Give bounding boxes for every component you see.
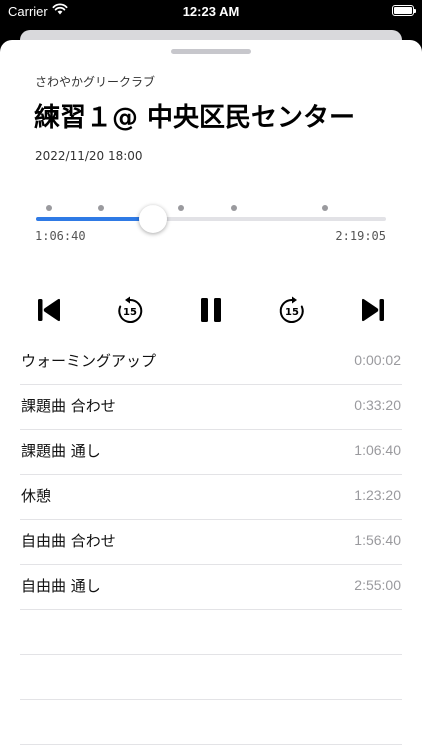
rewind-15-icon: 15 bbox=[118, 296, 143, 323]
empty-row bbox=[20, 700, 402, 745]
section-marker bbox=[321, 205, 328, 211]
empty-row bbox=[20, 610, 402, 655]
section-time: 0:33:20 bbox=[354, 397, 401, 413]
section-time: 0:00:02 bbox=[354, 352, 401, 368]
section-name: 課題曲 合わせ bbox=[21, 397, 116, 415]
section-name: ウォーミングアップ bbox=[21, 352, 157, 370]
sheet-grabber[interactable] bbox=[171, 49, 251, 54]
section-time: 1:23:20 bbox=[354, 487, 401, 503]
section-name: 課題曲 通し bbox=[21, 442, 101, 460]
status-bar: Carrier 12:23 AM bbox=[0, 0, 422, 24]
forward-15-icon: 15 bbox=[279, 296, 304, 323]
section-time: 1:06:40 bbox=[354, 442, 401, 458]
rewind-15-button[interactable]: 15 bbox=[110, 290, 150, 330]
session-datetime: 2022/11/20 18:00 bbox=[35, 149, 143, 163]
pause-icon bbox=[201, 298, 221, 322]
skip-to-start-icon bbox=[38, 298, 60, 322]
playback-controls: 15 15 bbox=[0, 290, 422, 330]
section-marker bbox=[230, 205, 237, 211]
pause-button[interactable] bbox=[191, 290, 231, 330]
section-name: 休憩 bbox=[21, 487, 52, 505]
player-sheet: さわやかグリークラブ 練習１@ 中央区民センター 2022/11/20 18:0… bbox=[0, 40, 422, 750]
section-row-break[interactable]: 休憩 1:23:20 bbox=[20, 475, 402, 520]
section-row-set-piece-rehearsal[interactable]: 課題曲 合わせ 0:33:20 bbox=[20, 385, 402, 430]
progress-slider[interactable]: 1:06:40 2:19:05 bbox=[0, 190, 422, 250]
section-name: 自由曲 合わせ bbox=[21, 532, 116, 550]
skip-forward-button[interactable] bbox=[353, 290, 393, 330]
club-name: さわやかグリークラブ bbox=[35, 75, 156, 89]
section-marker bbox=[97, 205, 104, 211]
total-time: 2:19:05 bbox=[335, 229, 386, 243]
progress-fill bbox=[36, 217, 154, 221]
skip-to-end-icon bbox=[362, 298, 384, 322]
section-marker bbox=[178, 205, 185, 211]
section-name: 自由曲 通し bbox=[21, 577, 101, 595]
battery-icon bbox=[392, 5, 416, 16]
forward-15-button[interactable]: 15 bbox=[272, 290, 312, 330]
status-time: 12:23 AM bbox=[182, 4, 240, 19]
section-marker bbox=[45, 205, 52, 211]
svg-text:15: 15 bbox=[123, 307, 137, 318]
section-row-set-piece-runthrough[interactable]: 課題曲 通し 1:06:40 bbox=[20, 430, 402, 475]
section-time: 2:55:00 bbox=[354, 577, 401, 593]
section-list: ウォーミングアップ 0:00:02 課題曲 合わせ 0:33:20 課題曲 通し… bbox=[0, 340, 422, 745]
skip-back-button[interactable] bbox=[29, 290, 69, 330]
section-row-free-piece-rehearsal[interactable]: 自由曲 合わせ 1:56:40 bbox=[20, 520, 402, 565]
section-row-warmup[interactable]: ウォーミングアップ 0:00:02 bbox=[20, 340, 402, 385]
section-row-free-piece-runthrough[interactable]: 自由曲 通し 2:55:00 bbox=[20, 565, 402, 610]
elapsed-time: 1:06:40 bbox=[35, 229, 86, 243]
section-time: 1:56:40 bbox=[354, 532, 401, 548]
progress-thumb[interactable] bbox=[139, 205, 168, 233]
empty-row bbox=[20, 655, 402, 700]
page-title: 練習１@ 中央区民センター bbox=[34, 103, 356, 133]
svg-text:15: 15 bbox=[285, 307, 299, 318]
